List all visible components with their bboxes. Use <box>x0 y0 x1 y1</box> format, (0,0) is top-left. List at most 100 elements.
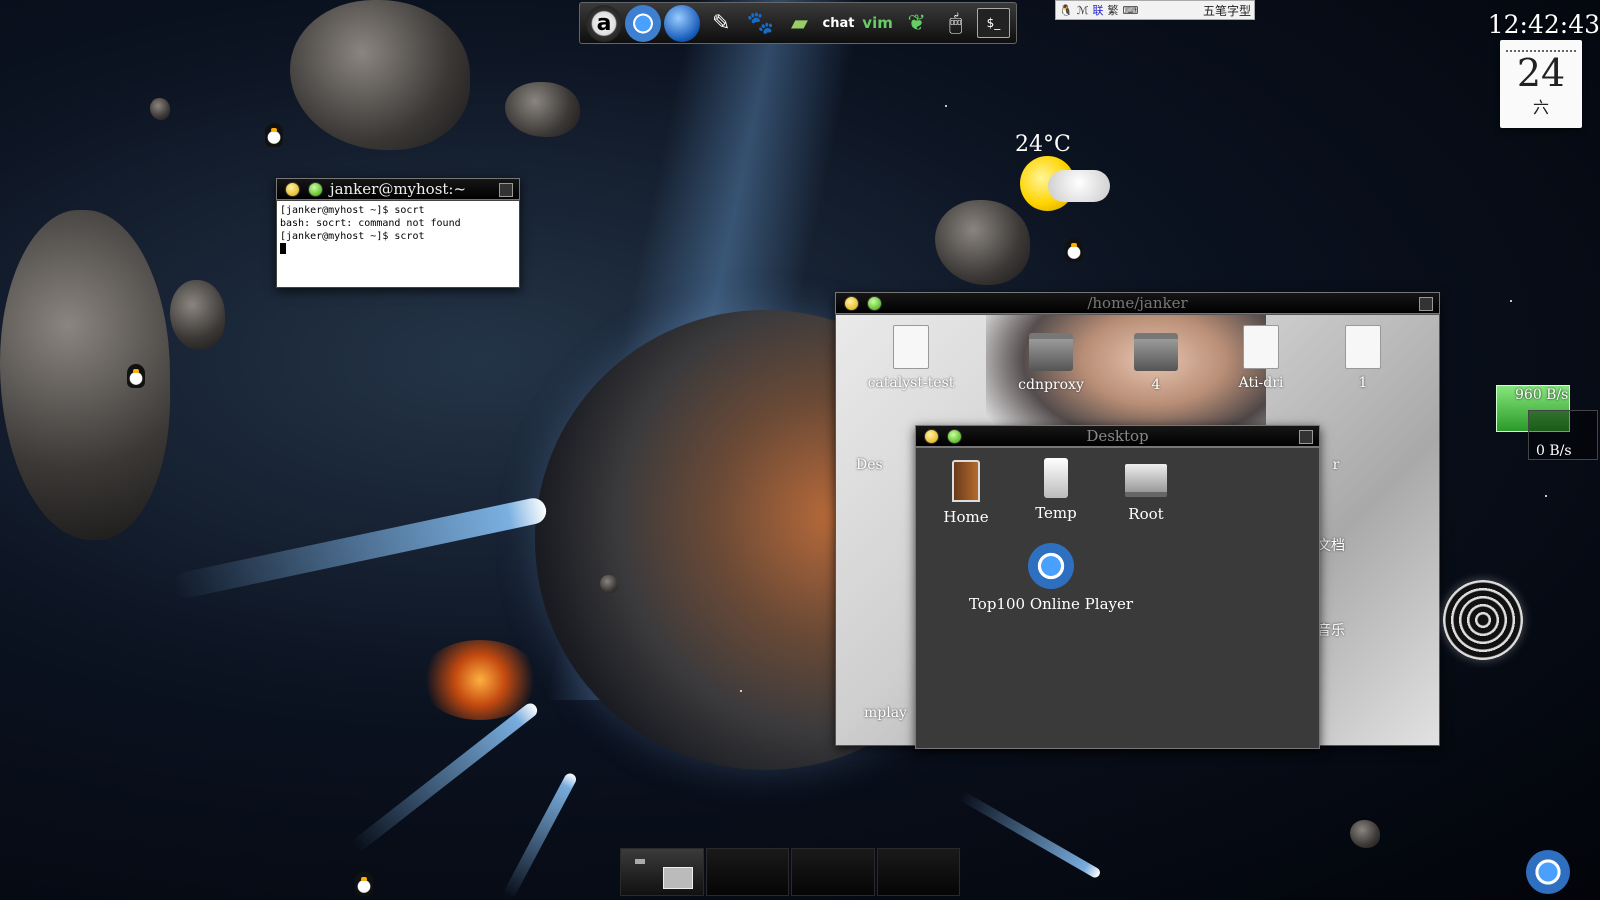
terminal-output[interactable]: [janker@myhost ~]$ socrt bash: socrt: co… <box>276 200 520 288</box>
calendar-widget: 24 六 <box>1500 40 1582 128</box>
chat-label: chat <box>822 15 855 31</box>
file-label-partial[interactable]: r <box>1321 457 1351 473</box>
desktop-window: Desktop Home Temp Root Top100 Online Pla… <box>915 425 1320 749</box>
top-dock: a ✎ 🐾 ▰ chat vim ❦ 🖱 $_ <box>579 2 1017 44</box>
penguin-icon <box>127 364 145 388</box>
terminal-line: [janker@myhost ~]$ socrt <box>280 205 425 216</box>
taskbar <box>620 848 960 896</box>
penguin-icon <box>355 872 373 896</box>
gimp-icon[interactable]: ✎ <box>703 5 739 42</box>
close-button[interactable] <box>499 183 513 197</box>
folder-item[interactable]: 4 <box>1101 333 1211 393</box>
taskbar-slot[interactable] <box>620 848 704 896</box>
file-label-partial[interactable]: Des <box>856 457 916 473</box>
weather-temperature: 24°C <box>1015 132 1071 157</box>
star <box>1545 495 1547 497</box>
globe-icon[interactable] <box>664 4 701 42</box>
penguin-icon <box>1065 238 1083 262</box>
terminal-line: [janker@myhost ~]$ scrot <box>280 231 425 242</box>
document-icon <box>1345 325 1381 369</box>
home-icon <box>952 460 980 502</box>
comet <box>350 700 540 854</box>
input-method-bar: 🐧 ℳ 联 繁 ⌨ 五笔字型 <box>1055 0 1255 20</box>
file-label: 1 <box>1358 375 1368 391</box>
vim-icon[interactable]: vim <box>860 5 896 42</box>
taskbar-slot[interactable] <box>705 848 789 896</box>
file-item[interactable]: 1 <box>1308 325 1418 391</box>
folder-item[interactable]: cdnproxy <box>996 333 1106 393</box>
item-label: Temp <box>1035 504 1077 522</box>
ime-label[interactable]: 五笔字型 <box>1203 2 1251 19</box>
asteroid <box>935 200 1030 285</box>
asteroid <box>1350 820 1380 848</box>
penguin-icon[interactable]: 🐧 <box>1059 4 1073 17</box>
task-indicator <box>635 859 645 864</box>
penguin-icon <box>265 123 283 147</box>
download-speed: 960 B/s <box>1515 387 1569 403</box>
ime-item-fan[interactable]: 繁 <box>1107 2 1118 18</box>
taskbar-slot[interactable] <box>791 848 875 896</box>
terminal-icon[interactable]: $_ <box>976 8 1010 38</box>
star <box>740 690 742 692</box>
paw-icon[interactable]: 🐾 <box>742 5 778 42</box>
close-button[interactable] <box>1419 297 1433 311</box>
cloud-icon <box>1048 170 1110 202</box>
ime-item-lian[interactable]: 联 <box>1092 2 1103 18</box>
chrome-icon[interactable] <box>1526 850 1570 894</box>
asteroid <box>170 280 225 350</box>
item-label: Root <box>1128 505 1164 523</box>
file-label: 4 <box>1151 377 1161 393</box>
ime-mode-icon[interactable]: ℳ <box>1077 4 1089 17</box>
terminal-window: janker@myhost:~ [janker@myhost ~]$ socrt… <box>276 178 520 288</box>
player-icon <box>1028 543 1074 589</box>
document-icon <box>1243 325 1279 369</box>
terminal-line: bash: socrt: command not found <box>280 218 461 229</box>
item-label: Top100 Online Player <box>968 595 1134 613</box>
file-item[interactable]: catalyst-test <box>856 325 966 391</box>
file-manager-titlebar[interactable]: /home/janker <box>835 292 1440 314</box>
a-icon[interactable]: a <box>586 4 623 42</box>
star <box>945 105 947 107</box>
close-button[interactable] <box>1299 430 1313 444</box>
home-item[interactable]: Home <box>931 460 1001 526</box>
calendar-day: 24 <box>1516 51 1566 95</box>
item-label: Home <box>943 508 989 526</box>
desktop-titlebar[interactable]: Desktop <box>915 425 1320 447</box>
folder-icon <box>1134 333 1178 371</box>
document-icon <box>893 325 929 369</box>
taskbar-slot[interactable] <box>876 848 960 896</box>
chat-icon[interactable]: chat <box>820 5 856 42</box>
player-item[interactable]: Top100 Online Player <box>951 543 1151 613</box>
terminal-cursor <box>280 243 286 254</box>
terminal-titlebar[interactable]: janker@myhost:~ <box>276 178 520 200</box>
vim-label: vim <box>862 14 893 32</box>
desktop-content: Home Temp Root Top100 Online Player <box>915 447 1320 749</box>
window-icon <box>663 867 693 889</box>
term-label: $_ <box>986 16 1001 30</box>
temp-item[interactable]: Temp <box>1021 458 1091 522</box>
asteroid <box>150 98 170 120</box>
mouse-icon[interactable]: 🖱 <box>938 5 974 42</box>
window-title: /home/janker <box>1087 294 1188 312</box>
asteroid <box>290 0 470 150</box>
keyboard-icon[interactable]: ⌨ <box>1122 4 1138 17</box>
window-title: janker@myhost:~ <box>329 180 467 198</box>
asteroid <box>505 82 580 137</box>
clock: 12:42:43 <box>1487 10 1600 39</box>
window-title: Desktop <box>1086 427 1149 445</box>
comet <box>958 790 1102 880</box>
calendar-weekday: 六 <box>1532 98 1549 117</box>
root-icon <box>1125 464 1167 497</box>
root-item[interactable]: Root <box>1111 458 1181 523</box>
book-icon[interactable]: ▰ <box>781 5 817 42</box>
comet <box>171 495 549 601</box>
temp-icon <box>1044 458 1068 498</box>
file-label: cdnproxy <box>1018 377 1084 393</box>
file-item[interactable]: Ati-dri <box>1206 325 1316 391</box>
asteroid <box>600 575 618 593</box>
chrome-icon[interactable] <box>625 4 662 42</box>
speaker-icon[interactable] <box>1443 580 1523 660</box>
leaf-icon[interactable]: ❦ <box>899 5 935 42</box>
upload-speed: 0 B/s <box>1536 443 1572 459</box>
star <box>1510 300 1512 302</box>
